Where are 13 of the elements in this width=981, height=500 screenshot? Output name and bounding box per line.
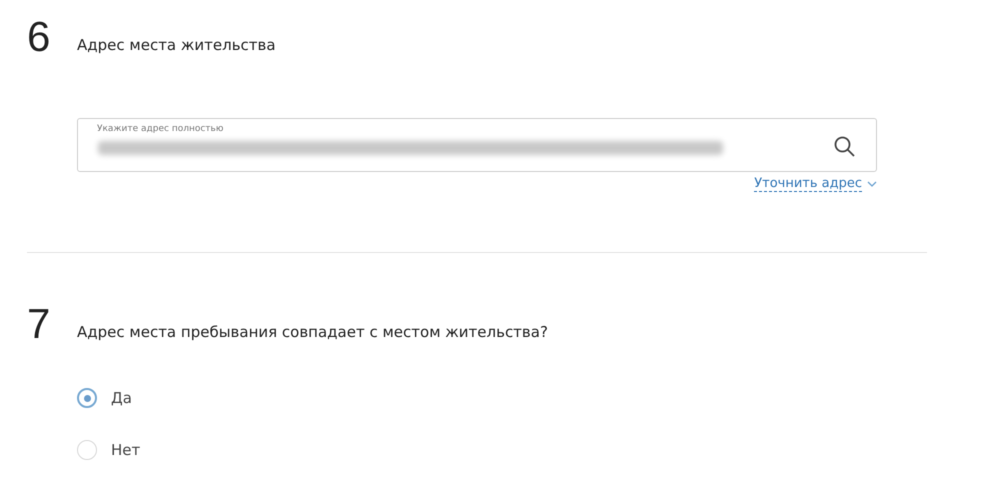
option-label: Да (111, 388, 132, 409)
chevron-down-icon (867, 181, 877, 187)
radio-button[interactable] (77, 388, 97, 408)
step-number: 6 (27, 16, 52, 58)
search-icon[interactable] (834, 136, 855, 157)
option-label: Нет (111, 440, 140, 460)
step-number: 7 (27, 303, 52, 345)
refine-address-link[interactable]: Уточнить адрес (754, 176, 877, 192)
radio-button[interactable] (77, 440, 97, 460)
question-title: Адрес места жительства (77, 34, 276, 56)
question-title: Адрес места пребывания совпадает с местом жительства? (77, 322, 548, 342)
field-label: Укажите адрес полностью (97, 123, 224, 136)
address-field[interactable]: Укажите адрес полностью (77, 118, 877, 172)
